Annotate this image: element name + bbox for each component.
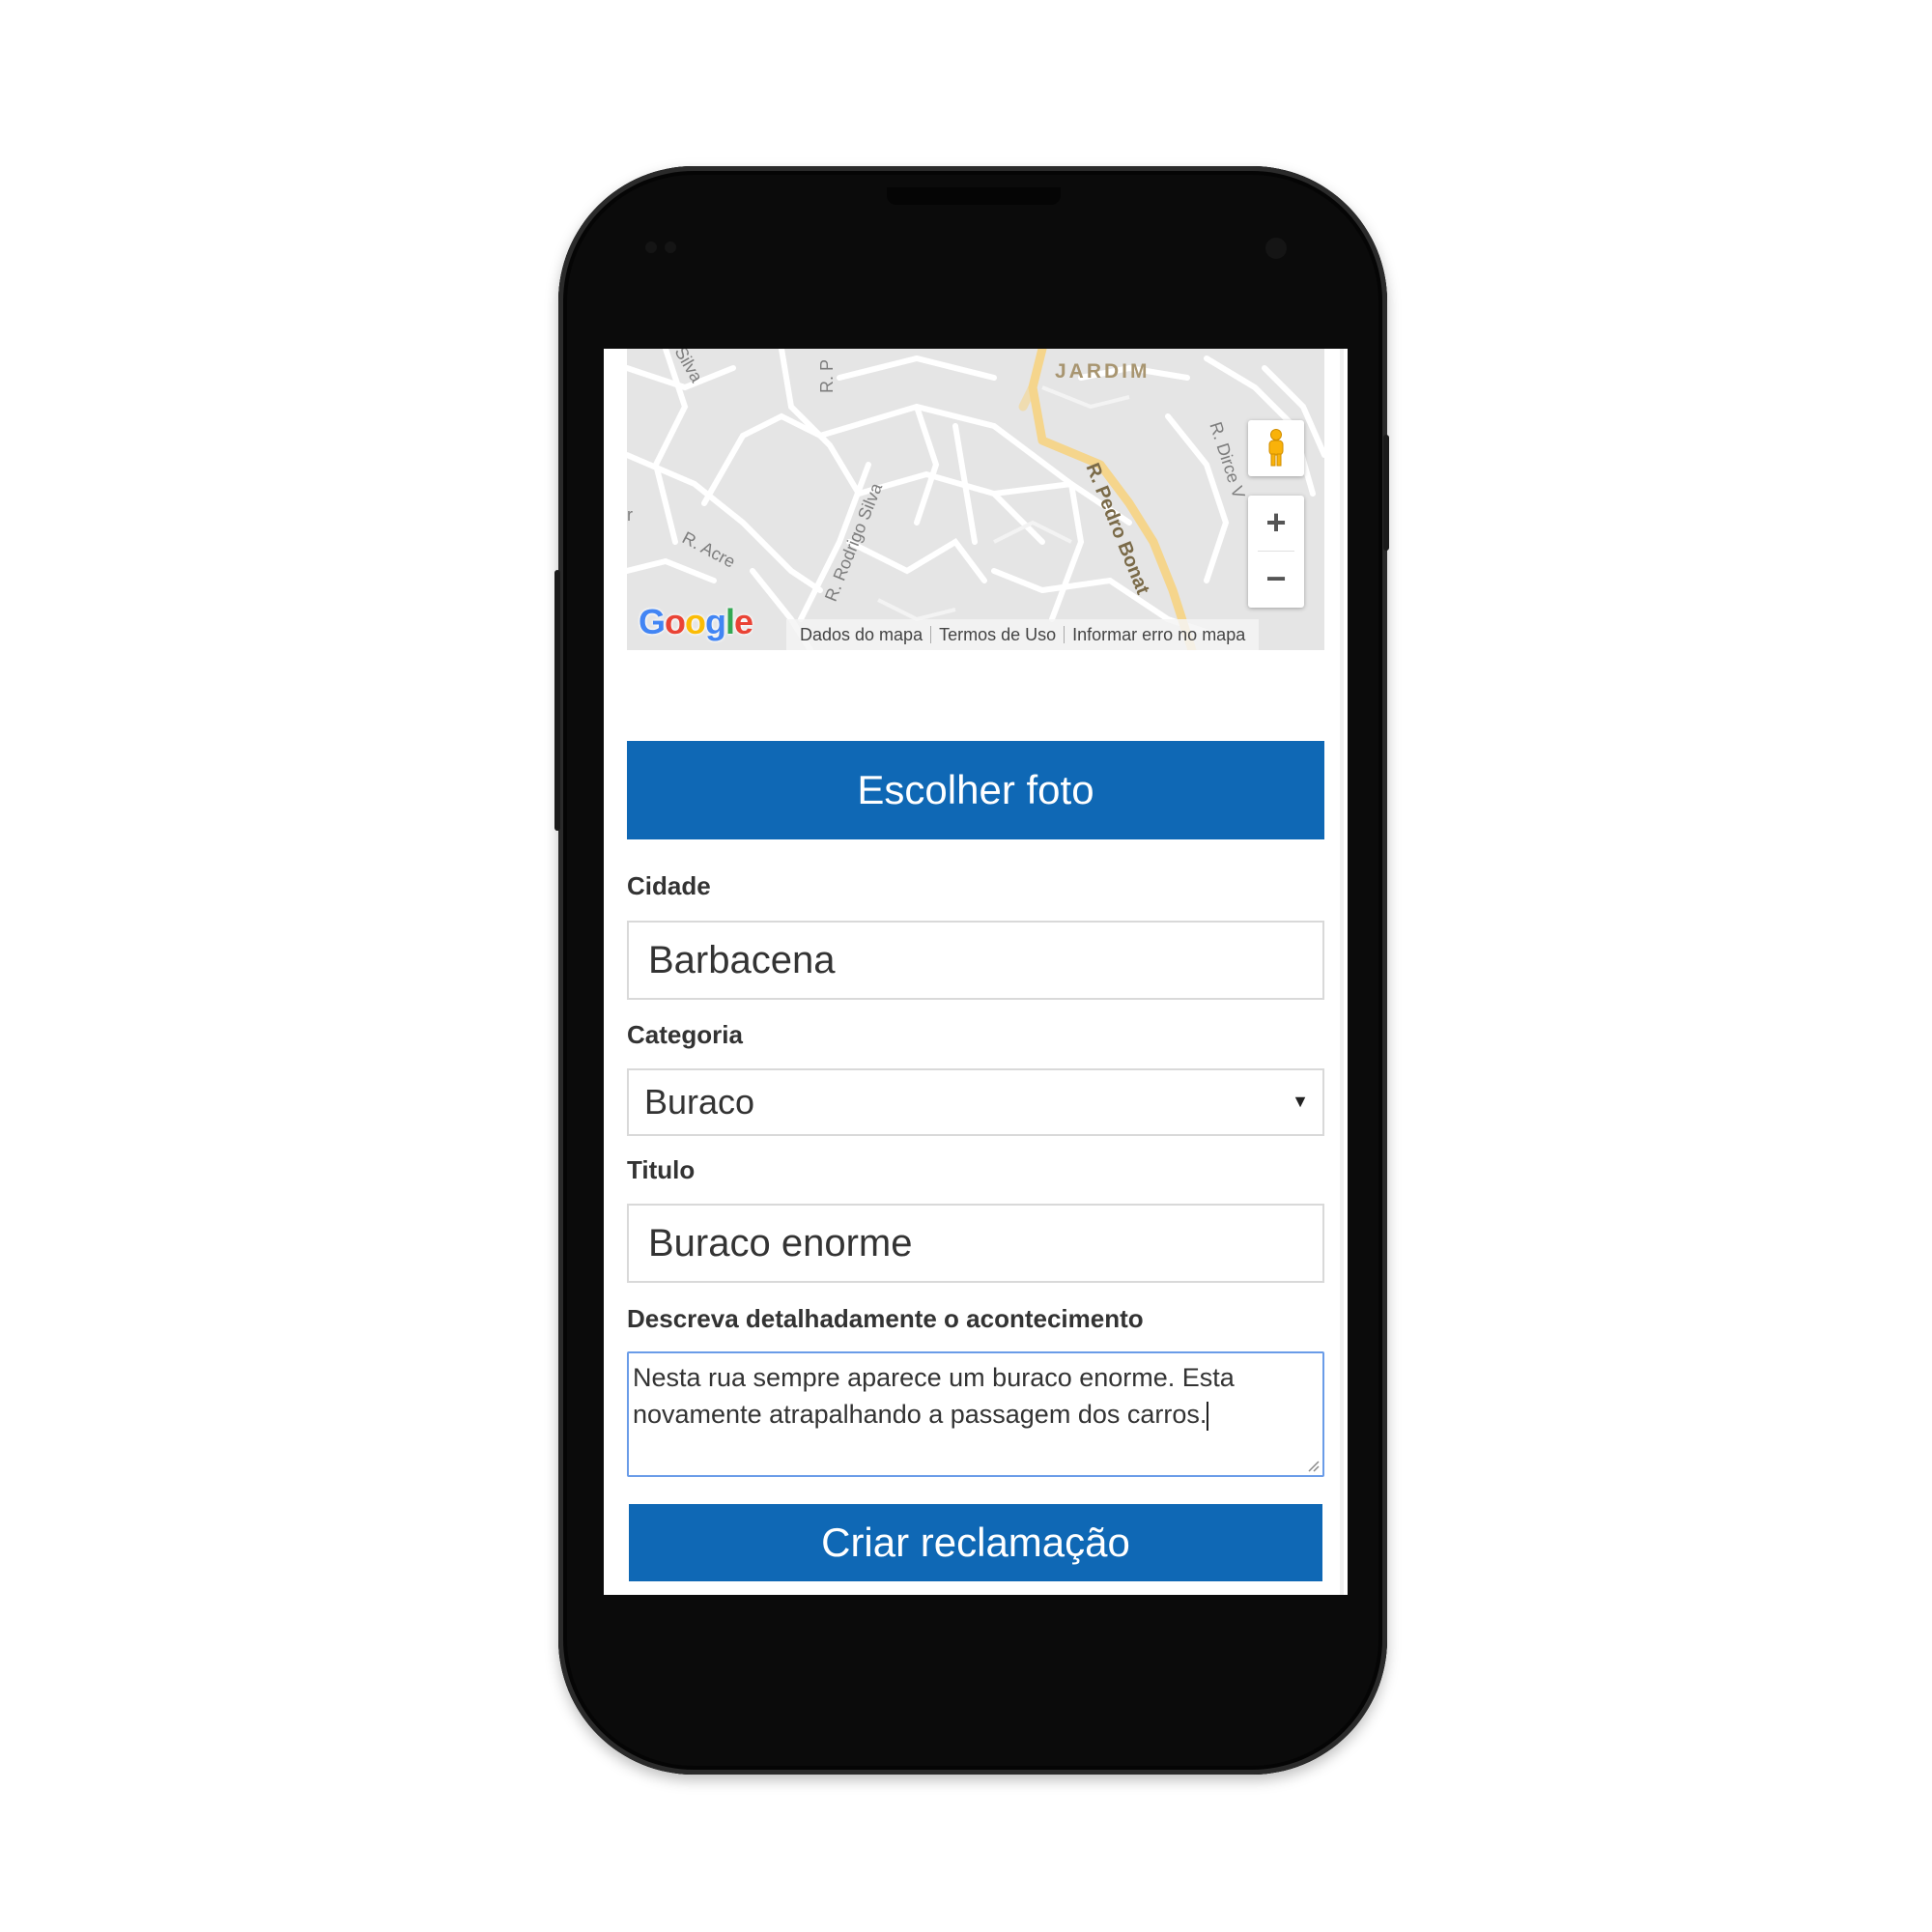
report-error-link[interactable]: Informar erro no mapa — [1065, 625, 1253, 645]
dropdown-arrow-icon: ▼ — [1292, 1092, 1309, 1111]
front-sensor-2 — [665, 242, 676, 253]
map-label-rp: R. P — [817, 358, 838, 394]
city-label: Cidade — [627, 871, 711, 900]
pegman-icon — [1268, 429, 1284, 467]
map-label-jardim: JARDIM — [1055, 360, 1151, 383]
power-button — [1383, 435, 1389, 551]
terms-link[interactable]: Termos de Uso — [931, 625, 1064, 645]
map-view[interactable]: Silva R. P JARDIM R. Dirce V R. Pedro Bo… — [627, 349, 1324, 650]
description-line-2: novamente atrapalhando a passagem dos ca… — [633, 1396, 1319, 1433]
description-line-2-text: novamente atrapalhando a passagem dos ca… — [633, 1400, 1208, 1429]
choose-photo-button[interactable]: Escolher foto — [627, 741, 1324, 839]
front-camera — [1265, 238, 1287, 259]
front-sensor — [645, 242, 657, 253]
speaker-grille — [887, 187, 1061, 205]
scrollbar[interactable] — [1340, 349, 1344, 1595]
city-input[interactable]: Barbacena — [627, 921, 1324, 1000]
title-input[interactable]: Buraco enorme — [627, 1204, 1324, 1283]
resize-handle-icon[interactable] — [1306, 1459, 1320, 1472]
app-screen: Silva R. P JARDIM R. Dirce V R. Pedro Bo… — [604, 349, 1348, 1595]
volume-button — [554, 570, 560, 831]
map-attribution: Dados do mapa Termos de Uso Informar err… — [786, 619, 1260, 650]
description-textarea[interactable]: Nesta rua sempre aparece um buraco enorm… — [627, 1351, 1324, 1477]
zoom-in-button[interactable]: + — [1248, 496, 1304, 550]
create-complaint-button[interactable]: Criar reclamação — [629, 1504, 1322, 1581]
category-select-value: Buraco — [644, 1082, 755, 1122]
category-select[interactable]: Buraco ▼ — [627, 1068, 1324, 1136]
title-label: Titulo — [627, 1155, 696, 1184]
map-label-r-left: r — [627, 505, 633, 525]
map-data-link[interactable]: Dados do mapa — [792, 625, 930, 645]
category-label: Categoria — [627, 1020, 743, 1049]
text-cursor — [1207, 1401, 1209, 1431]
description-label: Descreva detalhadamente o acontecimento — [627, 1304, 1144, 1333]
zoom-out-button[interactable]: − — [1248, 552, 1304, 606]
zoom-control: + − — [1248, 496, 1304, 608]
description-line-1: Nesta rua sempre aparece um buraco enorm… — [633, 1363, 1235, 1392]
street-view-button[interactable] — [1248, 420, 1304, 476]
google-logo[interactable]: Google — [639, 602, 753, 642]
